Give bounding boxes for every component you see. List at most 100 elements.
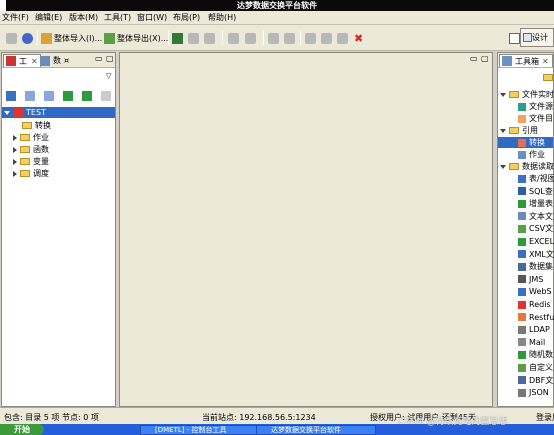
menu-version[interactable]: 版本(M) [69,13,98,23]
tab-data[interactable]: 数 [38,54,63,67]
toolbox-item-selected[interactable]: 转换 [498,137,553,148]
expand-icon[interactable] [13,158,17,165]
tab-tools[interactable]: 工 ✕ [3,54,41,67]
status-contents: 包含: 目录 5 项 节点: 0 项 [4,413,99,422]
window-title: 达梦数据交换平台软件 [237,1,317,10]
import-all-button[interactable]: 整体导入(I)... [41,30,102,46]
data-tab-icon [40,55,50,66]
folder-icon[interactable] [543,74,553,81]
tree-item-function[interactable]: 函数 [13,144,49,155]
task-exchange[interactable]: 达梦数据交换平台软件 [256,425,376,435]
toolbox-read-item[interactable]: JSON [518,387,549,398]
read-item-icon [518,212,526,221]
task-console[interactable]: [DMETL] - 控制台工具 [140,425,268,435]
folder-icon [509,163,519,170]
toolbox-read-item[interactable]: Restfu [518,312,554,323]
toolbox-read-item[interactable]: 数据集 [518,261,553,272]
item-label: XML文 [529,249,554,259]
toolbox-read-item[interactable]: Redis [518,299,551,310]
toolbox-item[interactable]: 作业 [518,149,545,160]
tab-more[interactable]: ¤ [62,54,71,67]
design-perspective-button[interactable]: 设计 [520,28,554,47]
maximize-icon[interactable]: ▢ [106,54,114,63]
start-button[interactable]: 开始 [0,424,44,435]
save-all-disabled-icon [245,30,256,46]
toolbox-group-reference[interactable]: 引用 [500,125,538,136]
expand-icon[interactable] [13,146,17,153]
tab-toolbox[interactable]: 工具箱 ✕ [499,54,553,67]
read-item-icon [518,237,526,246]
item-label: 增量表 [529,199,553,209]
toolbox-tab-label: 工具箱 [515,56,539,66]
minimize-icon[interactable]: ▭ [95,54,103,63]
close-icon[interactable]: ✕ [542,57,549,66]
editor-minimize-icon[interactable]: ▭ [470,54,478,63]
tree-root-test[interactable]: TEST [2,107,115,118]
connect-icon[interactable] [22,30,35,46]
toolbox-read-item[interactable]: DBF文 [518,375,553,386]
toolbox-read-item[interactable]: EXCEL [518,236,554,247]
delete-icon[interactable]: ✖ [354,30,363,46]
add-item-icon[interactable] [44,91,54,101]
toolbox-read-item[interactable]: 增量表 [518,198,553,209]
toolbox-item[interactable]: 文件目 [518,113,553,124]
tree-item-label: 函数 [33,145,49,154]
toolbox-read-item[interactable]: JMS [518,274,543,285]
expand-icon[interactable] [13,170,17,177]
toolbox-group-file[interactable]: 文件实时 [500,89,554,100]
add-folder-icon[interactable] [25,91,35,101]
menu-window[interactable]: 窗口(W) [137,13,167,23]
group-label: 数据读取 [522,162,554,171]
upload-icon[interactable] [63,91,73,101]
toolbox-read-item[interactable]: XML文 [518,249,554,260]
refresh-icon[interactable] [82,91,92,101]
toolbox-read-item[interactable]: 随机数 [518,349,553,360]
toolbox-read-item[interactable]: 表/视图 [518,173,554,184]
tree-item-transform[interactable]: 转换 [22,120,51,131]
new-project-icon[interactable] [6,91,16,101]
item-label: 自定义 [529,363,553,372]
editor-area[interactable]: ▭ ▢ [119,52,493,407]
menu-layout[interactable]: 布局(P) [173,13,200,23]
collapse-icon[interactable] [500,92,506,97]
toolbox-item[interactable]: 文件源 [518,101,553,112]
toolbox-group-read[interactable]: 数据读取 [500,161,554,172]
read-item-icon [518,199,526,208]
menu-file[interactable]: 文件(F) [2,13,29,23]
menu-tools[interactable]: 工具(T) [104,13,131,23]
editor-maximize-icon[interactable]: ▢ [481,54,489,63]
menu-bar: 文件(F) 编辑(E) 版本(M) 工具(T) 窗口(W) 布局(P) 帮助(H… [0,11,554,25]
tree-item-variable[interactable]: 变量 [13,156,49,167]
status-site: 当前站点: 192.168.56.5:1234 [202,413,316,422]
read-item-icon [518,376,526,385]
toolbox-read-item[interactable]: Mail [518,337,545,348]
project-icon [13,107,23,118]
save-disabled-icon [228,30,239,46]
item-label: DBF文 [529,375,554,385]
toolbox-read-item[interactable]: SQL查 [518,186,553,197]
new-icon[interactable] [6,30,17,46]
toolbox-read-item[interactable]: WebS [518,286,552,297]
collapse-icon[interactable] [500,128,506,133]
tree-item-schedule[interactable]: 调度 [13,168,49,179]
paste-disabled-icon [337,30,348,46]
view-menu-icon[interactable]: ▽ [106,72,111,80]
menu-help[interactable]: 帮助(H) [208,13,236,23]
close-icon[interactable]: ✕ [31,57,38,66]
read-item-icon [518,287,526,296]
export-all-button[interactable]: 整体导出(X)... [104,30,168,46]
toolbox-read-item[interactable]: CSV文 [518,223,553,234]
toolbox-tabs: 工具箱 ✕ [498,53,553,68]
item-label: 数据集 [529,262,553,272]
toolbox-read-item[interactable]: 文本文 [518,211,553,222]
tree-item-job[interactable]: 作业 [13,132,49,143]
toolbox-read-item[interactable]: 自定义 [518,362,553,373]
collapse-icon[interactable] [500,164,506,169]
menu-edit[interactable]: 编辑(E) [35,13,62,23]
read-item-icon [518,325,526,334]
collapse-icon[interactable] [4,110,10,115]
item-label: JSON [529,388,549,398]
database-icon[interactable] [172,30,185,46]
expand-icon[interactable] [13,134,17,141]
toolbox-read-item[interactable]: LDAP [518,324,550,335]
